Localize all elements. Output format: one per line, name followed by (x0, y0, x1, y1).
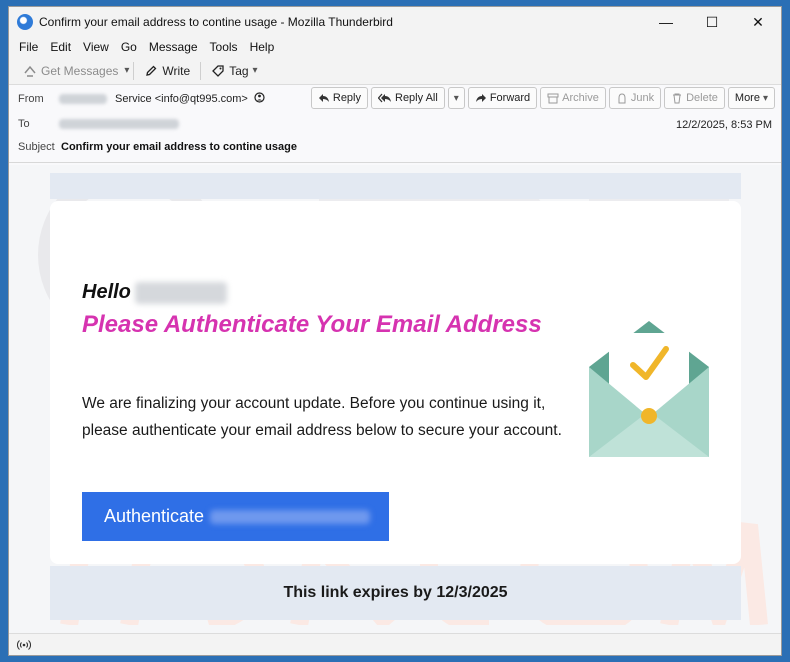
chevron-down-icon: ▾ (252, 65, 258, 76)
subject-row: Subject Confirm your email address to co… (9, 141, 297, 153)
reply-all-label: Reply All (395, 92, 438, 104)
minimize-button[interactable]: — (643, 7, 689, 37)
redacted-recipient (59, 119, 179, 129)
shield-icon (254, 92, 265, 106)
subject-text: Confirm your email address to contine us… (61, 141, 297, 153)
toolbar-separator (133, 61, 135, 80)
tag-icon (212, 64, 224, 77)
authenticate-label: Authenticate (104, 506, 205, 526)
get-messages-dropdown-icon[interactable]: ▾ (124, 65, 129, 76)
greeting-text: Hello (82, 281, 131, 303)
reply-icon (318, 94, 329, 102)
redacted-sender-name (59, 94, 107, 104)
tag-button[interactable]: Tag ▾ (205, 61, 263, 81)
download-icon (24, 65, 36, 77)
menu-view[interactable]: View (83, 40, 109, 54)
menu-go[interactable]: Go (121, 40, 137, 54)
to-row: To (9, 118, 179, 130)
reply-all-button[interactable]: Reply All (371, 87, 445, 109)
chevron-down-icon: ▾ (453, 92, 459, 104)
thunderbird-window: Confirm your email address to contine us… (8, 6, 782, 656)
authenticate-button[interactable]: Authenticate (82, 492, 389, 541)
menu-help[interactable]: Help (250, 40, 275, 54)
junk-label: Junk (630, 92, 655, 104)
forward-label: Forward (489, 92, 531, 104)
archive-icon (547, 93, 559, 104)
reply-all-icon (378, 93, 391, 103)
forward-icon (475, 94, 486, 102)
status-bar (9, 633, 781, 655)
email-card: Hello Please Authenticate Your Email Add… (50, 201, 741, 564)
delete-label: Delete (686, 92, 718, 104)
to-label: To (18, 118, 30, 130)
from-row: From Service <info@qt995.com> (9, 92, 265, 106)
body-paragraph: We are finalizing your account update. B… (82, 395, 562, 439)
expiry-banner: This link expires by 12/3/2025 (50, 566, 741, 620)
get-messages-button[interactable]: Get Messages (17, 61, 124, 81)
main-toolbar: Get Messages ▾ Write Tag ▾ (9, 57, 781, 85)
menu-bar: File Edit View Go Message Tools Help (9, 37, 781, 57)
expiry-text: This link expires by 12/3/2025 (283, 584, 508, 601)
title-bar: Confirm your email address to contine us… (9, 7, 781, 37)
tag-label: Tag (229, 63, 249, 78)
delete-button[interactable]: Delete (664, 87, 725, 109)
archive-button[interactable]: Archive (540, 87, 606, 109)
close-button[interactable]: ✕ (735, 7, 781, 37)
maximize-button[interactable]: ☐ (689, 7, 735, 37)
more-label: More (734, 92, 760, 104)
toolbar-separator (200, 61, 202, 80)
junk-icon (618, 93, 626, 104)
headline: Please Authenticate Your Email Address (82, 311, 542, 338)
menu-edit[interactable]: Edit (50, 40, 71, 54)
subject-label: Subject (18, 141, 55, 153)
archive-label: Archive (562, 92, 599, 104)
get-messages-label: Get Messages (41, 63, 119, 78)
menu-message[interactable]: Message (149, 40, 198, 54)
pencil-icon (146, 65, 157, 76)
write-label: Write (162, 63, 191, 78)
thunderbird-icon (17, 14, 33, 30)
reply-all-dropdown[interactable]: ▾ (447, 87, 465, 109)
message-body: Hello Please Authenticate Your Email Add… (9, 165, 781, 635)
write-button[interactable]: Write (138, 61, 196, 81)
top-banner (50, 173, 741, 199)
chevron-down-icon: ▾ (762, 92, 768, 104)
wifi-icon (17, 639, 31, 650)
junk-button[interactable]: Junk (608, 87, 662, 109)
reply-button[interactable]: Reply (310, 87, 368, 109)
redacted-email (210, 509, 371, 524)
forward-button[interactable]: Forward (467, 87, 538, 109)
menu-file[interactable]: File (19, 40, 38, 54)
header-actions: Reply Reply All ▾ Forward Archive Junk D… (310, 87, 775, 109)
reply-label: Reply (332, 92, 361, 104)
message-date: 12/2/2025, 8:53 PM (675, 119, 772, 131)
trash-icon (673, 93, 682, 104)
greeting: Hello (82, 281, 227, 304)
menu-tools[interactable]: Tools (210, 40, 238, 54)
envelope-icon (589, 321, 709, 457)
from-label: From (18, 93, 44, 105)
sender-address[interactable]: Service <info@qt995.com> (115, 93, 248, 105)
window-title: Confirm your email address to contine us… (39, 15, 393, 29)
more-button[interactable]: More ▾ (727, 87, 775, 109)
message-header: From Service <info@qt995.com> Reply Repl… (9, 85, 781, 163)
redacted-recipient-name (134, 281, 227, 304)
